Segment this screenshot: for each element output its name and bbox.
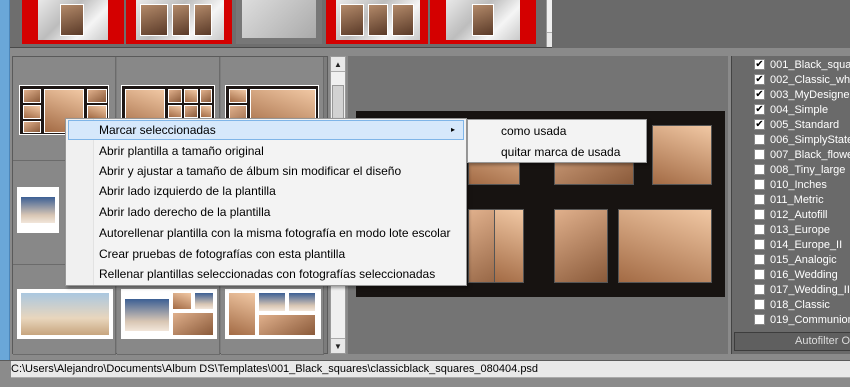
window-edge — [0, 0, 10, 360]
autofilter-button[interactable]: Autofilter OFF — [734, 332, 850, 351]
checkbox[interactable] — [754, 254, 765, 265]
checkbox[interactable] — [754, 284, 765, 295]
submenu-item-como-usada[interactable]: como usada — [470, 121, 644, 141]
checkbox[interactable]: ✔ — [754, 104, 765, 115]
template-list-label: 005_Standard — [770, 118, 840, 131]
status-bar: C:\Users\Alejandro\Documents\Album DS\Te… — [0, 360, 850, 387]
template-list-label: 015_Analogic — [770, 253, 837, 266]
menu-item-abrir-original[interactable]: Abrir plantilla a tamaño original — [68, 141, 464, 161]
checkbox[interactable]: ✔ — [754, 59, 765, 70]
checkbox[interactable]: ✔ — [754, 89, 765, 100]
menu-item-label: Marcar seleccionadas — [99, 123, 216, 137]
checkbox[interactable] — [754, 314, 765, 325]
template-list-item[interactable]: ✔ 003_MyDesignerSt — [754, 87, 850, 102]
scroll-up-icon[interactable]: ▲ — [331, 57, 345, 72]
template-list-label: 016_Wedding — [770, 268, 838, 281]
checkbox[interactable] — [754, 224, 765, 235]
template-list-label: 010_Inches — [770, 178, 827, 191]
checkbox[interactable] — [754, 149, 765, 160]
template-list-label: 018_Classic — [770, 298, 830, 311]
template-list-item[interactable]: 015_Analogic — [754, 252, 837, 267]
template-list-item[interactable]: 010_Inches — [754, 177, 827, 192]
template-list-item[interactable]: 014_Europe_II — [754, 237, 842, 252]
top-thumbnail-strip[interactable]: ▼ — [10, 0, 562, 48]
template-list-label: 004_Simple — [770, 103, 829, 116]
menu-item-marcar-seleccionadas[interactable]: Marcar seleccionadas ▸ — [68, 120, 464, 140]
template-list-item[interactable]: 013_Europe — [754, 222, 830, 237]
context-menu: Marcar seleccionadas ▸ Abrir plantilla a… — [65, 118, 467, 286]
template-list[interactable]: ✔ 001_Black_squares ✔ 002_Classic_white ✔ 003… — [732, 56, 850, 328]
template-list-item[interactable]: 017_Wedding_II — [754, 282, 850, 297]
checkbox[interactable] — [754, 239, 765, 250]
top-right-panel — [552, 0, 850, 48]
template-list-label: 003_MyDesignerSt — [770, 88, 850, 101]
top-thumbnail[interactable] — [126, 0, 232, 44]
menu-item-autorellenar[interactable]: Autorellenar plantilla con la misma foto… — [68, 223, 464, 243]
checkbox[interactable] — [754, 164, 765, 175]
menu-item-abrir-izquierdo[interactable]: Abrir lado izquierdo de la plantilla — [68, 181, 464, 201]
checkbox[interactable] — [754, 179, 765, 190]
template-list-item[interactable]: 012_Autofill — [754, 207, 828, 222]
template-list-item[interactable]: 006_SimplyStated — [754, 132, 850, 147]
template-list-item[interactable]: ✔ 005_Standard — [754, 117, 839, 132]
checkbox[interactable] — [754, 299, 765, 310]
template-list-label: 014_Europe_II — [770, 238, 843, 251]
top-thumbnail[interactable] — [430, 0, 536, 44]
template-list-label: 001_Black_squares — [770, 58, 850, 71]
template-list-label: 007_Black_flowers — [770, 148, 850, 161]
checkbox[interactable] — [754, 194, 765, 205]
checkbox[interactable] — [754, 209, 765, 220]
template-list-label: 012_Autofill — [770, 208, 828, 221]
template-list-item[interactable]: ✔ 004_Simple — [754, 102, 828, 117]
template-list-item[interactable]: 016_Wedding — [754, 267, 838, 282]
menu-item-abrir-derecho[interactable]: Abrir lado derecho de la plantilla — [68, 202, 464, 222]
template-list-label: 008_Tiny_large — [770, 163, 846, 176]
template-list-item[interactable]: 019_Communion — [754, 312, 850, 327]
checkbox[interactable] — [754, 269, 765, 280]
template-list-item[interactable]: ✔ 002_Classic_white — [754, 72, 850, 87]
template-list-item[interactable]: 007_Black_flowers — [754, 147, 850, 162]
submenu: como usada quitar marca de usada — [467, 119, 647, 163]
scroll-down-icon[interactable]: ▼ — [331, 338, 345, 353]
checkbox[interactable]: ✔ — [754, 119, 765, 130]
template-list-item[interactable]: 018_Classic — [754, 297, 830, 312]
template-list-label: 013_Europe — [770, 223, 830, 236]
template-list-item[interactable]: ✔ 001_Black_squares — [754, 57, 850, 72]
checkbox[interactable] — [754, 134, 765, 145]
scrollbar-thumb[interactable] — [332, 85, 344, 121]
template-list-label: 017_Wedding_II — [770, 283, 850, 296]
top-thumbnail[interactable] — [326, 0, 428, 44]
top-thumbnail[interactable] — [236, 0, 322, 44]
checkbox[interactable]: ✔ — [754, 74, 765, 85]
submenu-arrow-icon: ▸ — [450, 125, 455, 134]
template-list-item[interactable]: 011_Metric — [754, 192, 824, 207]
template-list-label: 019_Communion — [770, 313, 850, 326]
template-list-item[interactable]: 008_Tiny_large — [754, 162, 845, 177]
template-list-panel: ✔ 001_Black_squares ✔ 002_Classic_white ✔ 003… — [731, 56, 850, 354]
template-list-label: 011_Metric — [770, 193, 824, 206]
menu-item-crear-pruebas[interactable]: Crear pruebas de fotografías con esta pl… — [68, 244, 464, 264]
file-path: C:\Users\Alejandro\Documents\Album DS\Te… — [11, 361, 850, 378]
menu-item-abrir-ajustar[interactable]: Abrir y ajustar a tamaño de álbum sin mo… — [68, 161, 464, 181]
top-thumbnail[interactable] — [22, 0, 124, 44]
template-list-label: 002_Classic_white — [770, 73, 850, 86]
menu-item-rellenar-plantillas[interactable]: Rellenar plantillas seleccionadas con fo… — [68, 264, 464, 284]
submenu-item-quitar-marca[interactable]: quitar marca de usada — [470, 142, 644, 162]
template-list-label: 006_SimplyStated — [770, 133, 850, 146]
